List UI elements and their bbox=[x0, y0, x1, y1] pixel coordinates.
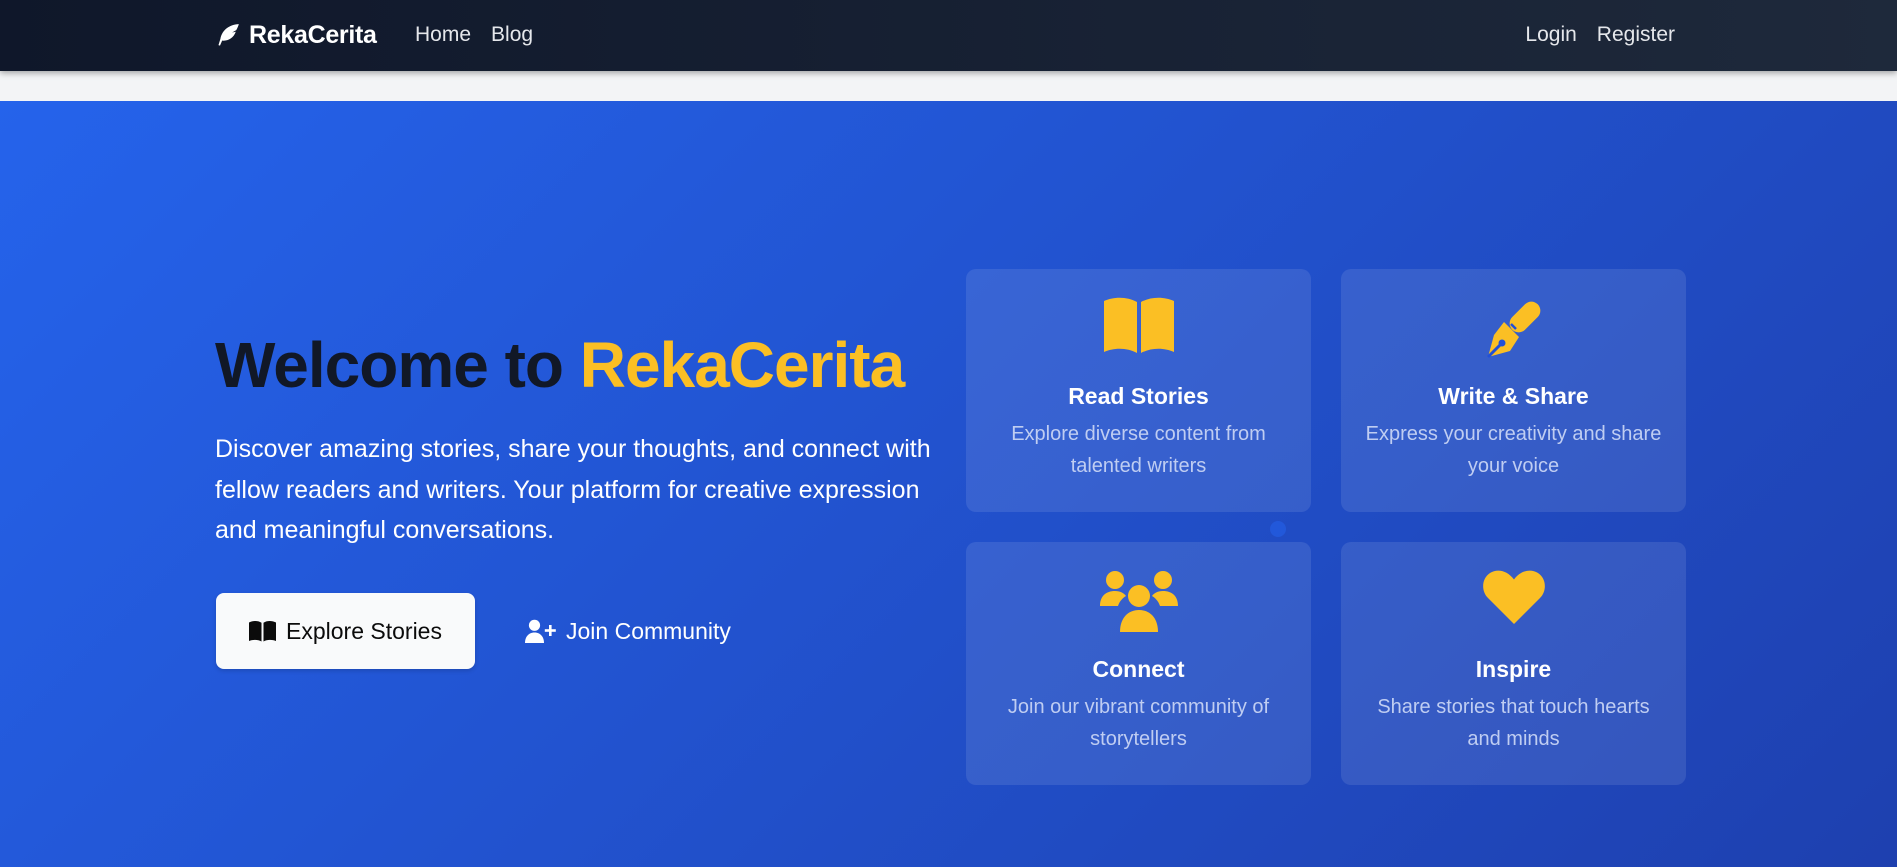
feature-card-connect: Connect Join our vibrant community of st… bbox=[966, 542, 1311, 785]
nav-links-right: Login Register bbox=[1525, 21, 1675, 49]
explore-stories-button[interactable]: Explore Stories bbox=[216, 593, 475, 669]
feature-description: Explore diverse content from talented wr… bbox=[1011, 423, 1266, 477]
users-icon bbox=[966, 570, 1311, 632]
hero-title-brand: RekaCerita bbox=[579, 329, 905, 401]
join-community-label: Join Community bbox=[566, 617, 731, 644]
navbar-spacer bbox=[0, 71, 1897, 101]
book-open-icon bbox=[249, 620, 277, 642]
nav-link-home[interactable]: Home bbox=[415, 21, 471, 49]
feature-card-inspire: Inspire Share stories that touch hearts … bbox=[1341, 542, 1686, 785]
hero-title: Welcome to RekaCerita bbox=[215, 326, 905, 404]
top-navbar: RekaCerita Home Blog Login Register bbox=[0, 0, 1897, 71]
feature-description: Share stories that touch hearts and mind… bbox=[1377, 696, 1650, 750]
brand-name: RekaCerita bbox=[249, 20, 377, 49]
feature-description: Express your creativity and share your v… bbox=[1365, 423, 1662, 477]
book-open-icon bbox=[966, 297, 1311, 357]
user-plus-icon bbox=[525, 619, 556, 644]
nav-link-register[interactable]: Register bbox=[1597, 21, 1675, 49]
pen-nib-icon bbox=[1341, 297, 1686, 358]
hero-title-prefix: Welcome to bbox=[215, 329, 564, 401]
feature-title: Inspire bbox=[1475, 656, 1552, 682]
feather-icon bbox=[215, 22, 241, 48]
feature-card-read-stories: Read Stories Explore diverse content fro… bbox=[966, 269, 1311, 512]
feature-card-write-share: Write & Share Express your creativity an… bbox=[1341, 269, 1686, 512]
explore-stories-label: Explore Stories bbox=[286, 617, 442, 644]
nav-links-left: Home Blog bbox=[415, 21, 533, 49]
feature-title: Connect bbox=[1092, 656, 1185, 682]
nav-link-blog[interactable]: Blog bbox=[491, 21, 533, 49]
brand-link[interactable]: RekaCerita bbox=[215, 19, 377, 51]
nav-link-login[interactable]: Login bbox=[1525, 21, 1576, 49]
hero-description: Discover amazing stories, share your tho… bbox=[215, 435, 931, 544]
join-community-button[interactable]: Join Community bbox=[515, 593, 741, 669]
feature-description: Join our vibrant community of storytelle… bbox=[1007, 696, 1270, 750]
heart-icon bbox=[1341, 570, 1686, 630]
feature-title: Write & Share bbox=[1438, 383, 1589, 409]
feature-title: Read Stories bbox=[1068, 383, 1209, 409]
hero-section: Welcome to RekaCerita Discover amazing s… bbox=[0, 101, 1897, 867]
decorative-dot bbox=[1270, 521, 1286, 537]
